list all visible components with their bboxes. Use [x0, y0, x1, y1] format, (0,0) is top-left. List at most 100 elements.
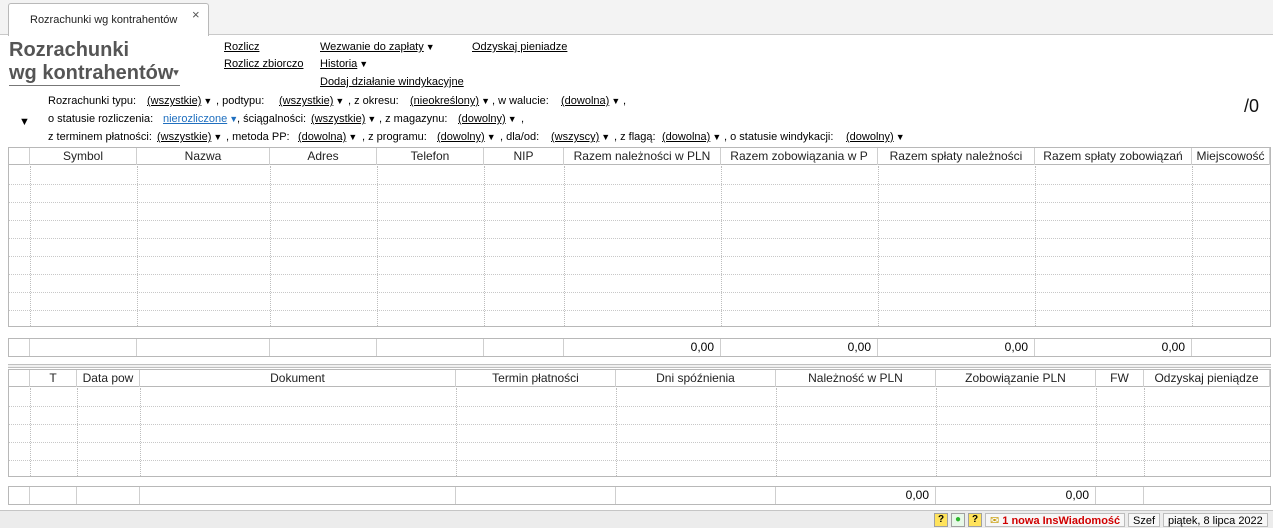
filter-flaga-select[interactable]: (dowolna) ▼	[662, 131, 721, 143]
filter-toggle-icon[interactable]: ▼	[19, 116, 30, 128]
filter-waluta-select[interactable]: (dowolna) ▼	[561, 95, 620, 107]
dokumenty-table[interactable]: T Data pow Dokument Termin płatności Dni…	[8, 369, 1271, 477]
splitter-handle[interactable]	[8, 364, 1271, 368]
filter-program-label: , z programu:	[362, 131, 427, 143]
historia-label: Historia	[320, 58, 358, 70]
grid-row-line	[9, 406, 1270, 407]
grid-column-line	[616, 388, 617, 476]
historia-menu[interactable]: Historia ▼	[320, 58, 368, 70]
dropdown-arrow-icon: ▼	[486, 132, 496, 142]
grid-row-line	[9, 238, 1270, 239]
filter-okresu-select[interactable]: (nieokreślony) ▼	[410, 95, 490, 107]
filter-typu-select[interactable]: (wszystkie) ▼	[147, 95, 212, 107]
page-title-menu[interactable]: wg kontrahentów▾	[9, 62, 181, 86]
col-odzyskaj[interactable]: Odzyskaj pieniądze	[1144, 370, 1270, 387]
col-data-pow[interactable]: Data pow	[77, 370, 140, 387]
tab-rozrachunki[interactable]: Rozrachunki wg kontrahentów ×	[8, 3, 209, 36]
sum-empty	[1192, 339, 1270, 356]
dokumenty-table-header: T Data pow Dokument Termin płatności Dni…	[9, 370, 1270, 387]
dropdown-arrow-icon: ▼	[481, 96, 491, 106]
filter-magazyn-select[interactable]: (dowolny) ▼	[458, 113, 517, 125]
wezwanie-menu[interactable]: Wezwanie do zapłaty ▼	[320, 41, 435, 53]
rozlicz-link[interactable]: Rozlicz	[224, 41, 259, 53]
col-t[interactable]: T	[30, 370, 77, 387]
filter-sciag-select[interactable]: (wszystkie) ▼	[311, 113, 376, 125]
filter-windyk-select[interactable]: (dowolny) ▼	[846, 131, 905, 143]
filter-metoda-label: , metoda PP:	[226, 131, 290, 143]
filter-termin-select[interactable]: (wszystkie) ▼	[157, 131, 222, 143]
odzyskaj-link[interactable]: Odzyskaj pieniadze	[472, 41, 567, 53]
col-fw[interactable]: FW	[1096, 370, 1144, 387]
mail-icon: ✉	[990, 515, 1000, 527]
filter-termin-value: (wszystkie)	[157, 131, 212, 143]
sum-empty	[456, 487, 616, 504]
filter-metoda-value: (dowolna)	[298, 131, 347, 143]
messages-button[interactable]: ✉ 1 nowa InsWiadomość	[985, 513, 1126, 527]
user-label: Szef	[1128, 513, 1161, 527]
kontrahenci-table[interactable]: Symbol Nazwa Adres Telefon NIP Razem nal…	[8, 147, 1271, 327]
grid-column-line	[30, 388, 31, 476]
col-nazwa[interactable]: Nazwa	[137, 148, 270, 165]
online-status-icon: ●	[951, 513, 965, 527]
filter-termin-label: z terminem płatności:	[48, 131, 152, 143]
col-selector[interactable]	[9, 370, 30, 387]
filter-program-select[interactable]: (dowolny) ▼	[437, 131, 496, 143]
col-nip[interactable]: NIP	[484, 148, 564, 165]
col-razem-zobowiazania[interactable]: Razem zobowiązania w P	[721, 148, 878, 165]
sum-empty	[377, 339, 484, 356]
filter-status-select[interactable]: nierozliczone ▼	[163, 113, 238, 125]
col-selector[interactable]	[9, 148, 30, 165]
sum-empty	[137, 339, 270, 356]
grid-column-line	[1144, 388, 1145, 476]
grid-column-line	[377, 166, 378, 326]
record-counter: /0	[1244, 96, 1260, 116]
sum-zobowiazanie-pln: 0,00	[936, 487, 1096, 504]
grid-row-line	[9, 292, 1270, 293]
col-adres[interactable]: Adres	[270, 148, 377, 165]
help-icon[interactable]: ?	[934, 513, 948, 527]
col-razem-naleznosci[interactable]: Razem należności w PLN	[564, 148, 721, 165]
filter-dlaod-label: , dla/od:	[500, 131, 540, 143]
filter-waluta-label: , w walucie:	[492, 95, 549, 107]
help-icon[interactable]: ?	[968, 513, 982, 527]
status-bar: ? ● ? ✉ 1 nowa InsWiadomość Szef piątek,…	[0, 510, 1273, 528]
close-icon[interactable]: ×	[192, 7, 200, 22]
dropdown-arrow-icon: ▼	[895, 132, 905, 142]
col-dni-spoznienia[interactable]: Dni spóźnienia	[616, 370, 776, 387]
col-termin-platnosci[interactable]: Termin płatności	[456, 370, 616, 387]
sum-empty	[140, 487, 456, 504]
col-razem-splaty-naleznosci[interactable]: Razem spłaty należności	[878, 148, 1035, 165]
col-razem-splaty-zobowiazan[interactable]: Razem spłaty zobowiązań	[1035, 148, 1192, 165]
col-miejscowosc[interactable]: Miejscowość	[1192, 148, 1270, 165]
dodaj-dzialanie-link[interactable]: Dodaj działanie windykacyjne	[320, 76, 464, 88]
filter-podtypu-label: , podtypu:	[216, 95, 265, 107]
col-dokument[interactable]: Dokument	[140, 370, 456, 387]
grid-column-line	[721, 166, 722, 326]
wezwanie-label: Wezwanie do zapłaty	[320, 41, 424, 53]
col-naleznosc-pln[interactable]: Należność w PLN	[776, 370, 936, 387]
grid-column-line	[1035, 166, 1036, 326]
messages-label: 1 nowa InsWiadomość	[1002, 515, 1121, 527]
col-symbol[interactable]: Symbol	[30, 148, 137, 165]
col-zobowiazanie-pln[interactable]: Zobowiązanie PLN	[936, 370, 1096, 387]
filter-metoda-select[interactable]: (dowolna) ▼	[298, 131, 357, 143]
dokumenty-sum-row: 0,00 0,00	[8, 486, 1271, 505]
filter-waluta-value: (dowolna)	[561, 95, 610, 107]
kontrahenci-sum-row: 0,00 0,00 0,00 0,00	[8, 338, 1271, 357]
page-title: Rozrachunki	[9, 39, 130, 61]
dropdown-arrow-icon: ▼	[425, 42, 435, 52]
sum-empty	[77, 487, 140, 504]
dropdown-arrow-icon: ▼	[203, 96, 213, 106]
rozlicz-zbiorczo-link[interactable]: Rozlicz zbiorczo	[224, 58, 303, 70]
filter-flaga-label: , z flagą:	[614, 131, 656, 143]
dropdown-arrow-icon: ▼	[507, 114, 517, 124]
grid-column-line	[878, 166, 879, 326]
filter-typu-value: (wszystkie)	[147, 95, 202, 107]
filter-podtypu-select[interactable]: (wszystkie) ▼	[279, 95, 344, 107]
dropdown-arrow-icon: ▼	[712, 132, 722, 142]
filter-sciag-value: (wszystkie)	[311, 113, 366, 125]
filter-dlaod-select[interactable]: (wszyscy) ▼	[551, 131, 610, 143]
col-telefon[interactable]: Telefon	[377, 148, 484, 165]
sum-empty	[1096, 487, 1144, 504]
grid-row-line	[9, 202, 1270, 203]
